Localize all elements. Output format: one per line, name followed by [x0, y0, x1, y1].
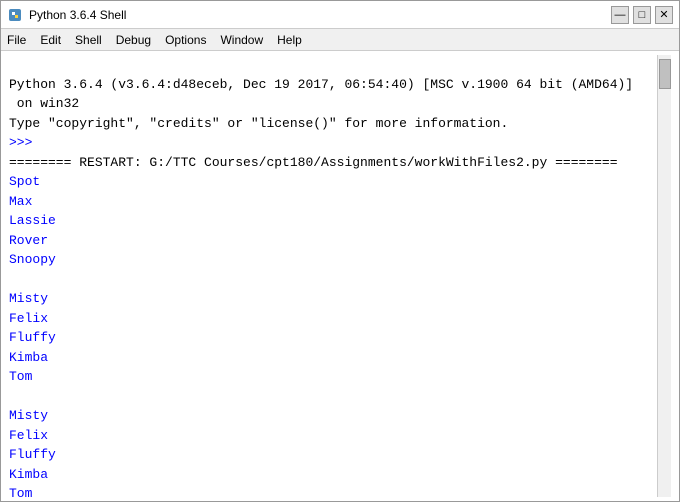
- title-bar: Python 3.6.4 Shell — □ ✕: [1, 1, 679, 29]
- restart-line: ======== RESTART: G:/TTC Courses/cpt180/…: [9, 155, 618, 170]
- python-info-line: Type "copyright", "credits" or "license(…: [9, 116, 508, 131]
- title-bar-left: Python 3.6.4 Shell: [7, 7, 126, 23]
- shell-output: Python 3.6.4 (v3.6.4:d48eceb, Dec 19 201…: [9, 55, 657, 497]
- dog-name-rover: Rover: [9, 233, 48, 248]
- blank-line-2: [9, 389, 17, 404]
- window-title: Python 3.6.4 Shell: [29, 8, 126, 22]
- minimize-button[interactable]: —: [611, 6, 629, 24]
- shell-content[interactable]: Python 3.6.4 (v3.6.4:d48eceb, Dec 19 201…: [1, 51, 679, 501]
- cat-name-kimba-2: Kimba: [9, 467, 48, 482]
- cat-name-tom-2: Tom: [9, 486, 32, 501]
- scrollbar[interactable]: [657, 55, 671, 497]
- menu-file[interactable]: File: [7, 33, 26, 47]
- cat-name-misty-2: Misty: [9, 408, 48, 423]
- dog-name-max: Max: [9, 194, 32, 209]
- cat-name-felix-1: Felix: [9, 311, 48, 326]
- menu-edit[interactable]: Edit: [40, 33, 61, 47]
- python-icon: [7, 7, 23, 23]
- prompt-1: >>>: [9, 135, 40, 150]
- menu-bar: File Edit Shell Debug Options Window Hel…: [1, 29, 679, 51]
- close-button[interactable]: ✕: [655, 6, 673, 24]
- dog-name-spot: Spot: [9, 174, 40, 189]
- dog-name-lassie: Lassie: [9, 213, 56, 228]
- cat-name-fluffy-1: Fluffy: [9, 330, 56, 345]
- python-version-line: Python 3.6.4 (v3.6.4:d48eceb, Dec 19 201…: [9, 77, 633, 112]
- cat-name-tom-1: Tom: [9, 369, 32, 384]
- cat-name-fluffy-2: Fluffy: [9, 447, 56, 462]
- menu-window[interactable]: Window: [220, 33, 263, 47]
- dog-name-snoopy: Snoopy: [9, 252, 56, 267]
- window-controls: — □ ✕: [611, 6, 673, 24]
- python-shell-window: Python 3.6.4 Shell — □ ✕ File Edit Shell…: [0, 0, 680, 502]
- menu-options[interactable]: Options: [165, 33, 206, 47]
- cat-name-kimba-1: Kimba: [9, 350, 48, 365]
- scrollbar-thumb[interactable]: [659, 59, 671, 89]
- cat-name-misty-1: Misty: [9, 291, 48, 306]
- menu-debug[interactable]: Debug: [116, 33, 151, 47]
- maximize-button[interactable]: □: [633, 6, 651, 24]
- blank-line-1: [9, 272, 17, 287]
- menu-help[interactable]: Help: [277, 33, 302, 47]
- cat-name-felix-2: Felix: [9, 428, 48, 443]
- menu-shell[interactable]: Shell: [75, 33, 102, 47]
